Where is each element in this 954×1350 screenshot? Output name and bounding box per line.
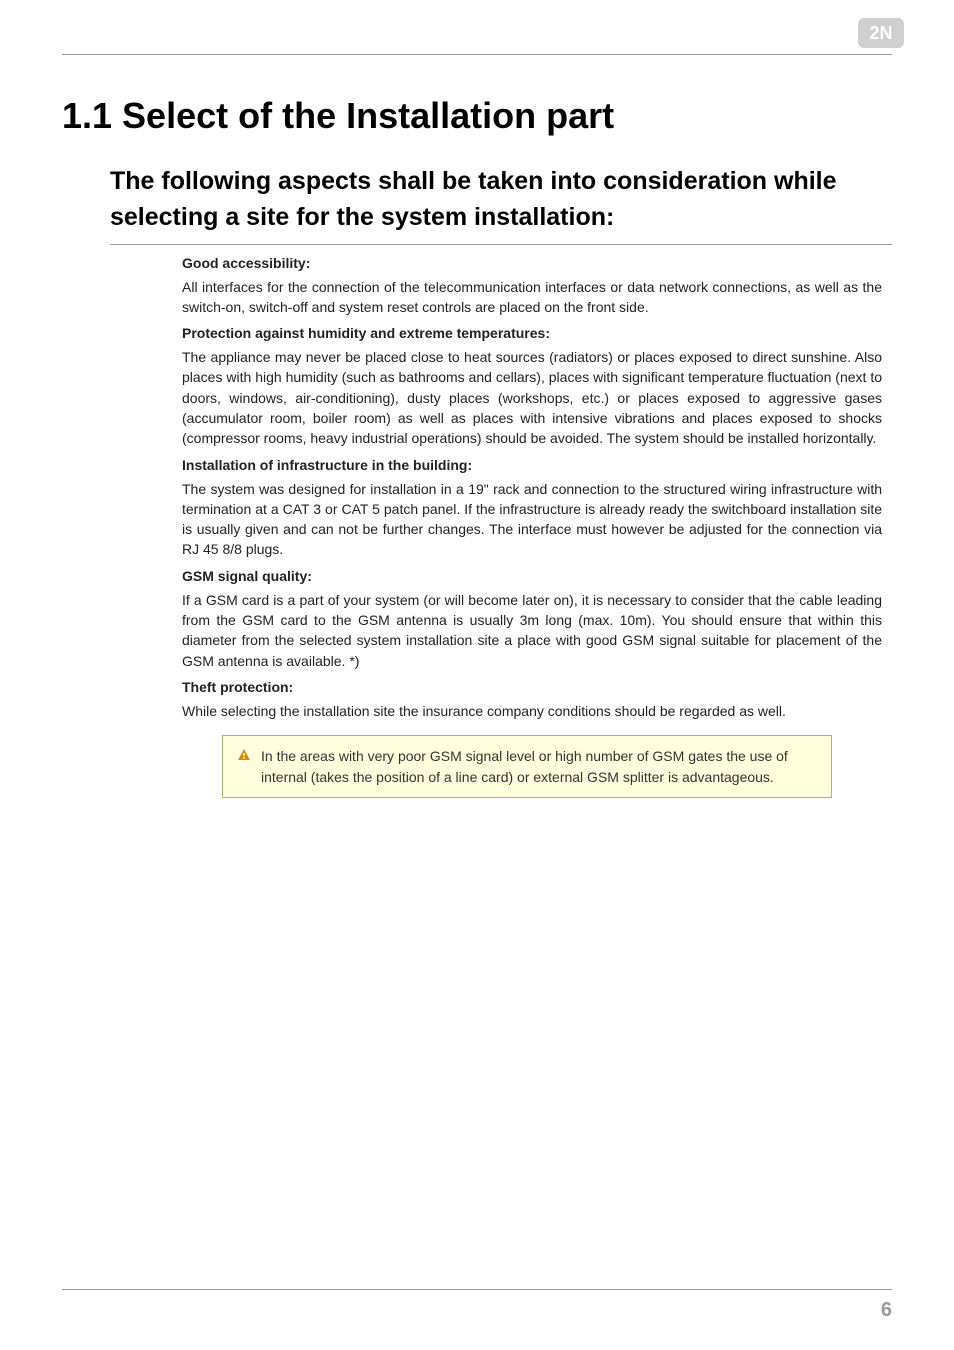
body-humidity: The appliance may never be placed close … (182, 347, 882, 448)
section-subtitle: The following aspects shall be taken int… (110, 163, 892, 245)
footer-divider (62, 1289, 892, 1290)
brand-logo-icon: 2N (858, 18, 904, 48)
page-container: 2N 1.1 Select of the Installation part T… (0, 0, 954, 1350)
body-accessibility: All interfaces for the connection of the… (182, 277, 882, 318)
body-theft: While selecting the installation site th… (182, 701, 882, 721)
heading-humidity: Protection against humidity and extreme … (182, 325, 882, 341)
body-gsm: If a GSM card is a part of your system (… (182, 590, 882, 671)
page-number: 6 (881, 1299, 892, 1322)
header-divider (62, 54, 892, 55)
warning-icon (237, 748, 251, 767)
warning-callout-text: In the areas with very poor GSM signal l… (261, 746, 817, 787)
svg-text:2N: 2N (869, 23, 892, 43)
body-infrastructure: The system was designed for installation… (182, 479, 882, 560)
heading-accessibility: Good accessibility: (182, 255, 882, 271)
heading-theft: Theft protection: (182, 679, 882, 695)
heading-gsm: GSM signal quality: (182, 568, 882, 584)
warning-callout: In the areas with very poor GSM signal l… (222, 735, 832, 798)
content-block: Good accessibility: All interfaces for t… (182, 255, 882, 722)
page-title: 1.1 Select of the Installation part (62, 95, 892, 137)
heading-infrastructure: Installation of infrastructure in the bu… (182, 457, 882, 473)
